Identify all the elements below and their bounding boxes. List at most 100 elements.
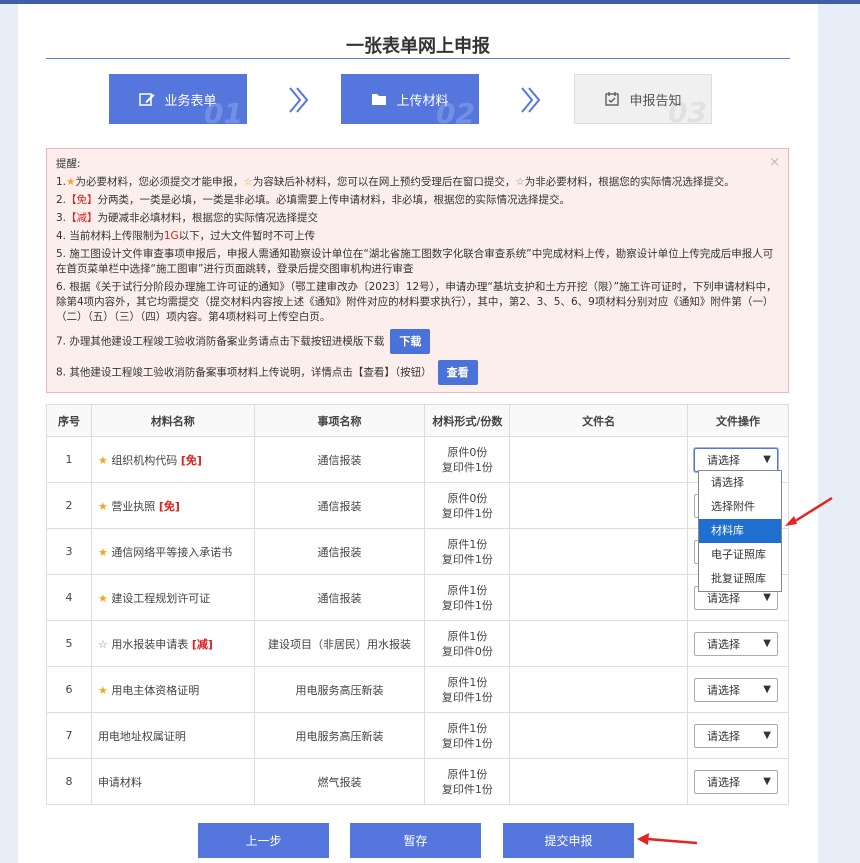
notice-line-6: 6. 根据《关于试行分阶段办理施工许可证的通知》（鄂工建审改办〔2023〕12号… bbox=[56, 281, 777, 323]
notice-text: 为非必要材料，根据您的实际情况选择提交。 bbox=[524, 176, 735, 188]
save-draft-button[interactable]: 暂存 bbox=[350, 823, 481, 858]
prev-step-button[interactable]: 上一步 bbox=[198, 823, 329, 858]
dropdown-option[interactable]: 选择附件 bbox=[699, 495, 781, 519]
original-count: 原件0份 bbox=[447, 491, 488, 505]
original-count: 原件1份 bbox=[447, 721, 488, 735]
item-name: 用电服务高压新装 bbox=[253, 712, 426, 759]
original-count: 原件1份 bbox=[447, 675, 488, 689]
header-material-name: 材料名称 bbox=[90, 404, 255, 437]
row-index: 1 bbox=[46, 436, 92, 483]
notice-text: 以下，过大文件暂时不可上传 bbox=[178, 230, 316, 242]
file-operation-dropdown[interactable]: 请选择 选择附件 材料库 电子证照库 批复证照库 bbox=[698, 470, 782, 592]
table-row: 2★ 营业执照 [免]通信报装原件0份复印件1份请选择▼ bbox=[46, 482, 789, 529]
header-file-operation: 文件操作 bbox=[687, 404, 789, 437]
file-operation-select[interactable]: 请选择 ▼ bbox=[694, 723, 778, 748]
file-name-cell bbox=[509, 712, 688, 759]
title-divider bbox=[46, 58, 790, 59]
dropdown-option[interactable]: 批复证照库 bbox=[699, 567, 781, 591]
header-item-name: 事项名称 bbox=[253, 404, 426, 437]
item-name: 通信报装 bbox=[253, 482, 426, 529]
select-value: 请选择 bbox=[707, 637, 740, 651]
material-name-cell: ★ 用电主体资格证明 bbox=[90, 666, 255, 713]
file-name-cell bbox=[509, 620, 688, 667]
notice-line-4: 4. 当前材料上传限制为1G以下，过大文件暂时不可上传 bbox=[56, 229, 779, 244]
step-upload-materials[interactable]: 上传材料 02 bbox=[341, 74, 479, 124]
folder-icon bbox=[372, 94, 387, 105]
original-count: 原件0份 bbox=[447, 445, 488, 459]
file-operation-select[interactable]: 请选择 ▼ bbox=[694, 447, 778, 472]
calendar-icon bbox=[605, 92, 620, 106]
file-operation-cell: 请选择 ▼ bbox=[687, 712, 789, 759]
notice-line-1: 1.★为必要材料，您必须提交才能申报，☆为容缺后补材料，您可以在网上预约受理后在… bbox=[56, 175, 779, 190]
copy-count: 复印件1份 bbox=[441, 598, 493, 612]
material-name: 通信网络平等接入承诺书 bbox=[111, 545, 233, 559]
material-name-cell: ☆ 用水报装申请表 [减] bbox=[90, 620, 255, 667]
header-material-form: 材料形式/份数 bbox=[424, 404, 511, 437]
row-index: 5 bbox=[46, 620, 92, 667]
notice-text: 2. bbox=[56, 194, 67, 206]
row-index: 4 bbox=[46, 574, 92, 621]
file-name-cell bbox=[509, 574, 688, 621]
material-form-cell: 原件1份 复印件1份 bbox=[424, 712, 511, 759]
copy-count: 复印件0份 bbox=[441, 644, 493, 658]
step-number: 01 bbox=[204, 97, 243, 124]
size-limit: 1G bbox=[163, 230, 179, 242]
view-button[interactable]: 查看 bbox=[437, 360, 478, 385]
file-name-cell bbox=[509, 482, 688, 529]
material-tag: [减] bbox=[191, 637, 213, 651]
dropdown-option[interactable]: 电子证照库 bbox=[699, 543, 781, 567]
material-form-cell: 原件1份 复印件1份 bbox=[424, 666, 511, 713]
material-name: 用水报装申请表 bbox=[111, 637, 189, 651]
select-value: 请选择 bbox=[707, 683, 740, 697]
copy-count: 复印件1份 bbox=[441, 690, 493, 704]
material-form-cell: 原件0份 复印件1份 bbox=[424, 482, 511, 529]
download-button[interactable]: 下载 bbox=[390, 329, 431, 354]
file-operation-select[interactable]: 请选择 ▼ bbox=[694, 631, 778, 656]
table-row: 5 ☆ 用水报装申请表 [减] 建设项目（非居民）用水报装 原件1份 复印件0份 请选择 ▼ bbox=[46, 620, 789, 667]
select-value: 请选择 bbox=[707, 729, 740, 743]
annotation-arrow-icon bbox=[637, 833, 698, 845]
material-name: 营业执照 bbox=[111, 499, 156, 513]
notice-text: 3. bbox=[56, 212, 67, 224]
star-half-icon: ☆ bbox=[243, 176, 253, 188]
file-operation-select[interactable]: 请选择 ▼ bbox=[694, 769, 778, 794]
chevron-down-icon: ▼ bbox=[763, 729, 771, 741]
page-container: 一张表单网上申报 业务表单 01 上传材料 02 申报告知 03 × 提醒: 1… bbox=[18, 4, 818, 863]
material-name-cell: ★ 营业执照 [免] bbox=[90, 482, 255, 529]
select-value: 请选择 bbox=[707, 453, 740, 467]
material-name-cell: ★ 建设工程规划许可证 bbox=[90, 574, 255, 621]
star-filled-icon: ★ bbox=[97, 545, 108, 559]
edit-icon bbox=[139, 93, 155, 106]
copy-count: 复印件1份 bbox=[441, 506, 493, 520]
star-filled-icon: ★ bbox=[97, 499, 108, 513]
file-name-cell bbox=[509, 436, 688, 483]
row-index: 8 bbox=[46, 758, 92, 805]
row-index: 7 bbox=[46, 712, 92, 759]
chevron-down-icon: ▼ bbox=[763, 637, 771, 649]
table-row: 8 申请材料 燃气报装 原件1份 复印件1份 请选择 ▼ bbox=[46, 758, 789, 805]
file-operation-select[interactable]: 请选择 ▼ bbox=[694, 677, 778, 702]
table-row: 4 ★ 建设工程规划许可证 通信报装 原件1份 复印件1份 请选择 ▼ bbox=[46, 574, 789, 621]
step-business-form[interactable]: 业务表单 01 bbox=[109, 74, 247, 124]
notice-text: 分两类，一类是必填，一类是非必填。必填需要上传申请材料，非必填，根据您的实际情况… bbox=[97, 194, 571, 206]
notice-text: 为硬减非必填材料，根据您的实际情况选择提交 bbox=[97, 212, 319, 224]
material-form-cell: 原件1份 复印件1份 bbox=[424, 758, 511, 805]
file-name-cell bbox=[509, 666, 688, 713]
notice-line-3: 3.【减】为硬减非必填材料，根据您的实际情况选择提交 bbox=[56, 211, 779, 226]
chevron-down-icon: ▼ bbox=[763, 683, 771, 695]
close-icon[interactable]: × bbox=[769, 155, 780, 170]
step-declaration-notice[interactable]: 申报告知 03 bbox=[574, 74, 712, 124]
material-name-cell: ★ 组织机构代码 [免] bbox=[90, 436, 255, 483]
item-name: 通信报装 bbox=[253, 528, 426, 575]
item-name: 用电服务高压新装 bbox=[253, 666, 426, 713]
material-name: 用电主体资格证明 bbox=[111, 683, 200, 697]
table-header-row: 序号 材料名称 事项名称 材料形式/份数 文件名 文件操作 bbox=[46, 404, 789, 437]
star-filled-icon: ★ bbox=[97, 591, 108, 605]
material-form-cell: 原件1份 复印件0份 bbox=[424, 620, 511, 667]
submit-button[interactable]: 提交申报 bbox=[503, 823, 634, 858]
material-name: 申请材料 bbox=[97, 775, 142, 789]
dropdown-option-highlighted[interactable]: 材料库 bbox=[699, 519, 781, 543]
row-index: 2 bbox=[46, 482, 92, 529]
dropdown-option[interactable]: 请选择 bbox=[699, 471, 781, 495]
step-arrow-icon bbox=[521, 87, 541, 113]
